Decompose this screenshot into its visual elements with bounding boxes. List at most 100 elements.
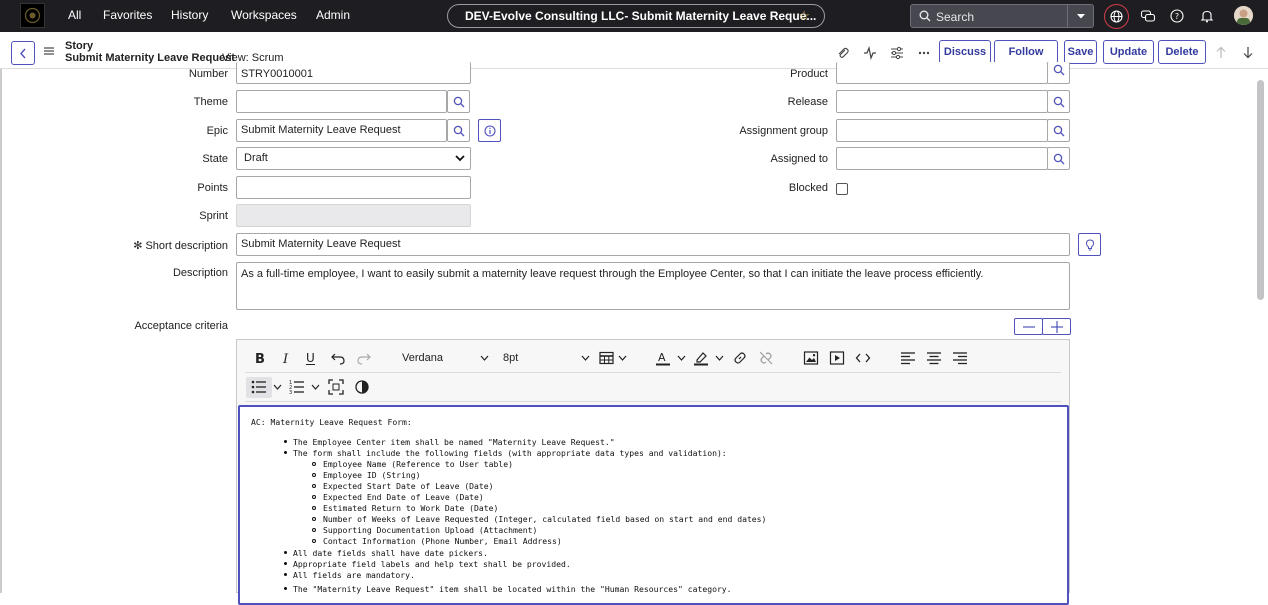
update-button[interactable]: Update	[1103, 40, 1154, 64]
unlink-icon[interactable]	[758, 350, 774, 366]
bullet-list-icon[interactable]	[251, 379, 267, 395]
text-color-icon[interactable]: A	[655, 350, 671, 366]
nav-all[interactable]: All	[68, 8, 81, 22]
chat-icon[interactable]	[1140, 8, 1156, 24]
search-icon	[1053, 96, 1065, 108]
product-input[interactable]	[836, 62, 1048, 84]
link-icon[interactable]	[732, 350, 748, 366]
page-scrollbar[interactable]	[1257, 80, 1264, 300]
search-scope-dropdown[interactable]	[1067, 5, 1093, 27]
assigned-to-lookup-button[interactable]	[1047, 147, 1070, 170]
sublist-item: Number of Weeks of Leave Requested (Inte…	[323, 514, 767, 524]
release-input[interactable]	[836, 90, 1048, 113]
font-family-select[interactable]: Verdana	[402, 352, 443, 364]
assignment-group-input[interactable]	[836, 119, 1048, 142]
star-icon[interactable]: ☆	[798, 5, 810, 27]
description-textarea[interactable]: As a full-time employee, I want to easil…	[236, 262, 1070, 310]
attachment-icon[interactable]	[836, 46, 850, 60]
nav-workspaces[interactable]: Workspaces	[231, 8, 297, 22]
language-selector[interactable]	[1104, 4, 1129, 29]
contrast-icon[interactable]	[354, 379, 370, 395]
video-icon[interactable]	[829, 350, 845, 366]
activity-icon[interactable]	[863, 46, 877, 60]
font-size-select[interactable]: 8pt	[503, 352, 518, 364]
back-button[interactable]	[11, 41, 35, 65]
settings-sliders-icon[interactable]	[890, 46, 904, 60]
release-label: Release	[787, 96, 828, 108]
nav-history[interactable]: History	[171, 8, 208, 22]
number-label: Number	[188, 68, 228, 80]
list-bullet	[284, 562, 287, 565]
editor-content[interactable]: AC: Maternity Leave Request Form: The Em…	[238, 405, 1069, 605]
next-record-arrow-icon[interactable]	[1242, 46, 1254, 59]
release-lookup-button[interactable]	[1047, 90, 1070, 113]
notifications-bell-icon[interactable]	[1199, 8, 1215, 24]
discuss-button[interactable]: Discuss	[939, 40, 991, 64]
chevron-down-icon[interactable]	[311, 384, 320, 390]
sublist-item: Supporting Documentation Upload (Attachm…	[323, 525, 538, 535]
source-code-icon[interactable]	[855, 350, 871, 366]
align-right-icon[interactable]	[952, 350, 968, 366]
nav-admin[interactable]: Admin	[316, 8, 350, 22]
chevron-down-icon	[455, 155, 465, 162]
context-menu-icon[interactable]	[44, 47, 54, 55]
previous-record-arrow-icon[interactable]	[1215, 46, 1227, 59]
chevron-down-icon[interactable]	[273, 384, 282, 390]
image-icon[interactable]	[803, 350, 819, 366]
bold-icon[interactable]: B	[252, 350, 268, 366]
redo-icon[interactable]	[356, 350, 372, 366]
follow-button[interactable]: Follow	[994, 40, 1058, 64]
chevron-down-icon[interactable]	[677, 355, 686, 361]
theme-lookup-button[interactable]	[447, 90, 470, 113]
nav-favorites[interactable]: Favorites	[103, 8, 152, 22]
blocked-checkbox[interactable]	[836, 183, 848, 195]
assignment-group-lookup-button[interactable]	[1047, 119, 1070, 142]
state-select[interactable]: Draft	[236, 147, 471, 170]
epic-preview-button[interactable]	[478, 119, 501, 142]
chevron-down-icon[interactable]	[581, 355, 590, 361]
info-icon	[484, 125, 496, 137]
theme-input[interactable]	[236, 90, 447, 113]
svg-text:3: 3	[289, 390, 292, 395]
sublist-bullet	[312, 462, 316, 466]
align-center-icon[interactable]	[926, 350, 942, 366]
epic-lookup-button[interactable]	[447, 119, 470, 142]
chevron-down-icon[interactable]	[715, 355, 724, 361]
number-input[interactable]: STRY0010001	[236, 62, 471, 84]
chevron-down-icon	[1077, 14, 1085, 19]
editor-expand-button[interactable]	[1042, 318, 1071, 335]
svg-text:?: ?	[1175, 12, 1179, 21]
record-title: DEV-Evolve Consulting LLC- Submit Matern…	[465, 9, 817, 23]
save-button[interactable]: Save	[1064, 40, 1097, 64]
numbered-list-icon[interactable]: 123	[289, 379, 305, 395]
italic-icon[interactable]: I	[279, 350, 295, 366]
lightbulb-icon	[1085, 239, 1095, 251]
suggestion-button[interactable]	[1078, 233, 1101, 256]
points-input[interactable]	[236, 176, 471, 199]
assigned-to-input[interactable]	[836, 147, 1048, 170]
global-search[interactable]: Search	[910, 4, 1094, 28]
product-lookup-button[interactable]	[1047, 62, 1070, 84]
editor-shrink-button[interactable]	[1014, 318, 1043, 335]
undo-icon[interactable]	[330, 350, 346, 366]
delete-button[interactable]: Delete	[1158, 40, 1206, 64]
short-description-input[interactable]: Submit Maternity Leave Request	[236, 233, 1070, 256]
align-left-icon[interactable]	[900, 350, 916, 366]
record-title-pill[interactable]: DEV-Evolve Consulting LLC- Submit Matern…	[447, 4, 825, 28]
list-bullet	[284, 451, 287, 454]
underline-icon[interactable]: U	[303, 350, 319, 366]
company-logo[interactable]	[20, 3, 45, 28]
epic-label: Epic	[206, 125, 228, 137]
search-icon	[453, 96, 465, 108]
more-options-icon[interactable]	[917, 46, 931, 60]
chevron-down-icon[interactable]	[618, 355, 627, 361]
highlight-color-icon[interactable]	[693, 350, 709, 366]
epic-input[interactable]: Submit Maternity Leave Request	[236, 119, 447, 142]
chevron-left-icon	[20, 48, 26, 59]
user-avatar[interactable]	[1234, 6, 1253, 25]
fullscreen-icon[interactable]	[328, 379, 344, 395]
short-description-label: Short description	[145, 240, 228, 252]
chevron-down-icon[interactable]	[480, 355, 489, 361]
table-icon[interactable]	[599, 350, 615, 366]
help-icon[interactable]: ?	[1169, 8, 1185, 24]
